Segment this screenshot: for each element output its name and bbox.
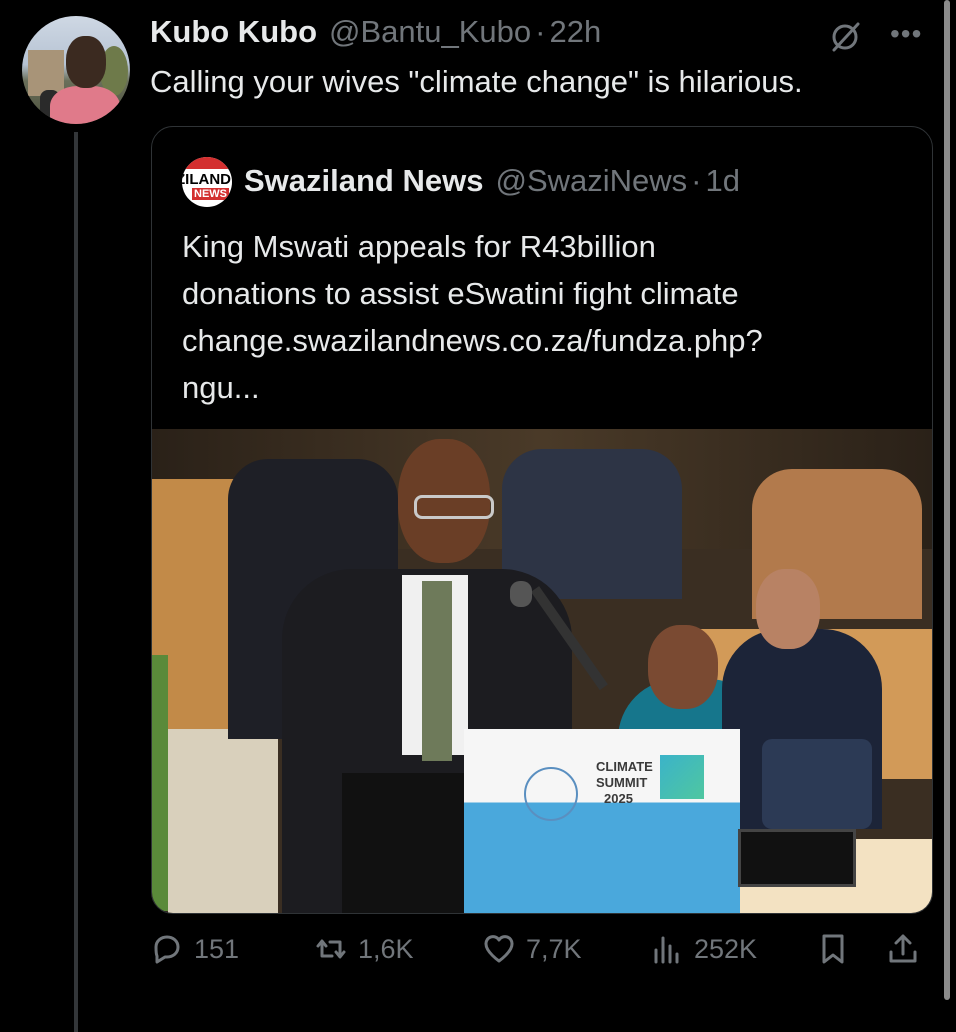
avatar[interactable] [22, 16, 130, 124]
quoted-header: Swaziland News @SwaziNews · 1d [244, 163, 740, 199]
photo-chair-blue [762, 739, 872, 829]
quoted-tweet[interactable]: ZILAND NEWS Swaziland News @SwaziNews · … [151, 126, 933, 914]
share-button[interactable] [886, 932, 920, 966]
photo-microphone-head [510, 581, 532, 607]
tweet-header: Kubo Kubo @Bantu_Kubo · 22h [150, 14, 601, 50]
quoted-text-link[interactable]: change.swazilandnews.co.za/fundza.php? [182, 317, 902, 364]
avatar-shirt [50, 86, 120, 124]
photo-lectern: CLIMATE SUMMIT 2025 [464, 729, 740, 913]
photo-lectern-side [342, 773, 468, 913]
quoted-photo[interactable]: CLIMATE SUMMIT 2025 [152, 429, 932, 913]
repost-icon [316, 939, 346, 959]
photo-woman-teal-face [648, 625, 718, 709]
quoted-author-name[interactable]: Swaziland News [244, 163, 483, 199]
quoted-text-line: King Mswati appeals for R43billion [182, 229, 656, 264]
thread-line [74, 132, 78, 1032]
scrollbar[interactable] [944, 0, 950, 1000]
views-button[interactable]: 252K [650, 932, 757, 966]
grok-icon[interactable] [828, 20, 862, 54]
repost-button[interactable]: 1,6K [314, 932, 414, 966]
summit-logo-icon [660, 755, 704, 799]
like-count: 7,7K [526, 933, 582, 964]
photo-green-panel [152, 655, 168, 911]
reply-icon [154, 935, 180, 964]
quoted-text-line: ngu... [182, 370, 260, 405]
avatar-face [66, 36, 106, 88]
views-icon [654, 936, 679, 964]
quoted-author-handle[interactable]: @SwaziNews [495, 163, 687, 199]
share-icon [889, 934, 917, 963]
reply-button[interactable]: 151 [150, 932, 239, 966]
photo-speaker-tie [422, 581, 452, 761]
un-emblem-icon [524, 767, 578, 821]
quoted-avatar[interactable]: ZILAND NEWS [182, 157, 232, 207]
photo-speaker-glasses [414, 495, 494, 519]
photo-floor [168, 729, 278, 913]
heart-icon [484, 935, 514, 963]
reply-count: 151 [194, 933, 240, 964]
podium-line-2: SUMMIT [596, 775, 648, 790]
photo-monitor [738, 829, 856, 887]
tweet-text: Calling your wives "climate change" is h… [150, 64, 803, 99]
views-count: 252K [694, 933, 758, 964]
more-options-icon[interactable]: ••• [890, 18, 922, 50]
action-bar: 151 1,6K 7,7K 252K [150, 932, 930, 982]
podium-line-1: CLIMATE [596, 759, 653, 774]
like-button[interactable]: 7,7K [482, 932, 582, 966]
author-handle[interactable]: @Bantu_Kubo [329, 14, 531, 50]
photo-woman-navy-face [756, 569, 820, 649]
tweet-time[interactable]: 22h [549, 14, 601, 50]
quoted-separator-dot: · [691, 163, 702, 198]
bookmark-button[interactable] [816, 932, 850, 966]
quoted-avatar-text-2: NEWS [192, 188, 229, 200]
repost-count: 1,6K [358, 933, 414, 964]
separator-dot: · [535, 14, 546, 49]
author-name[interactable]: Kubo Kubo [150, 14, 317, 50]
podium-line-3: 2025 [604, 791, 633, 806]
quoted-text-line: donations to assist eSwatini fight clima… [182, 276, 739, 311]
quoted-avatar-text-1: ZILAND [182, 171, 231, 188]
quoted-time[interactable]: 1d [705, 163, 739, 199]
bookmark-icon [822, 934, 844, 964]
quoted-text: King Mswati appeals for R43billion donat… [182, 223, 902, 411]
quoted-avatar-stripe [182, 157, 232, 169]
